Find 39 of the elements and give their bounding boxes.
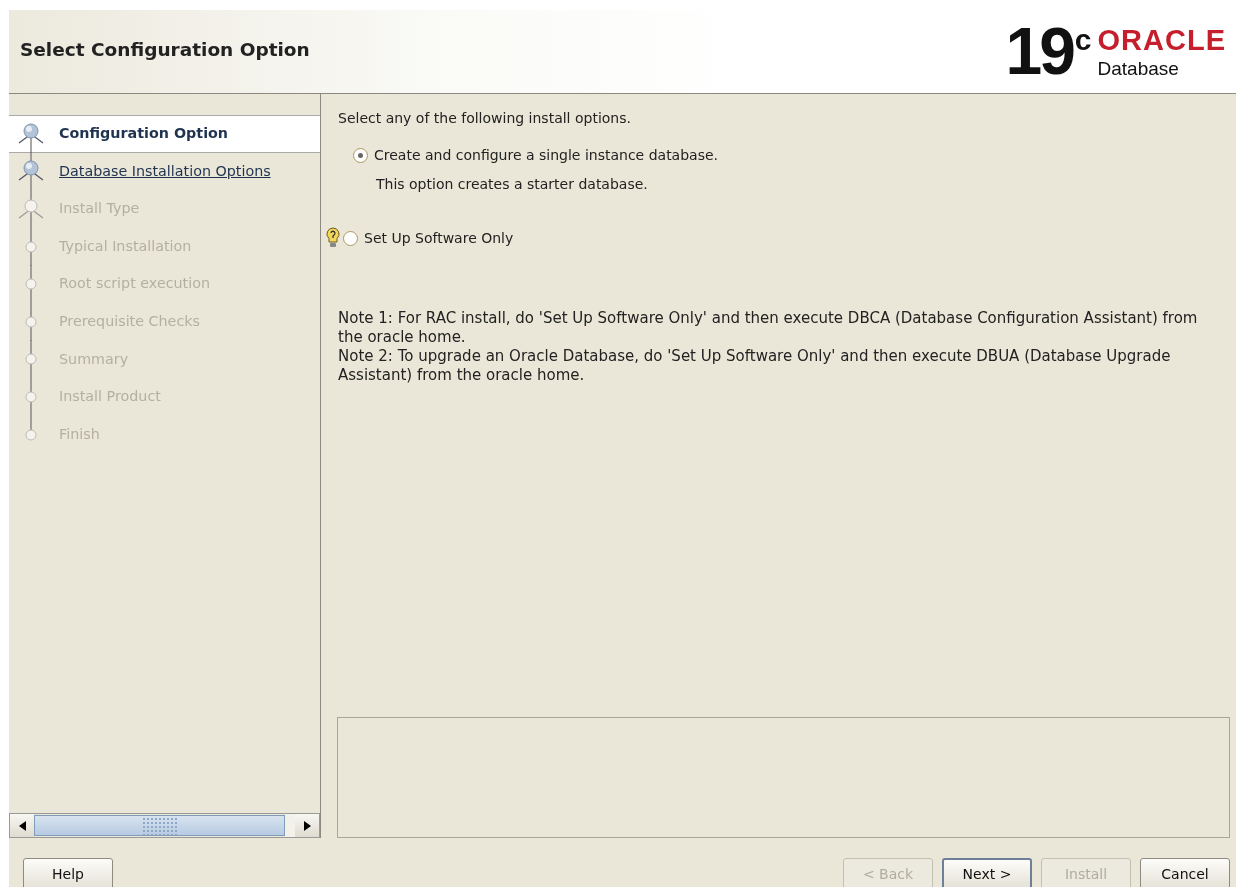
radio-button[interactable]	[353, 148, 368, 163]
arrow-left-icon	[18, 820, 26, 831]
option-description: This option creates a starter database.	[376, 175, 649, 194]
scrollbar-thumb[interactable]	[34, 815, 285, 836]
note-text: Note 2: To upgrade an Oracle Database, do 'Set Up Software Only' and then execute DBUA (Database Upgrade Assistant) from the oracle home.	[338, 347, 1172, 385]
step-label: Typical Installation	[59, 236, 192, 256]
dialog-button[interactable]: Help	[23, 858, 113, 887]
scroll-right-button[interactable]	[295, 814, 319, 837]
scroll-left-button[interactable]	[10, 814, 34, 837]
arrow-right-icon	[303, 820, 311, 831]
step-node-icon	[25, 302, 37, 341]
step-label: Finish	[59, 424, 100, 444]
step-figure-icon	[18, 190, 44, 228]
radio-button[interactable]	[343, 230, 358, 246]
instruction-text: Select any of the following install options.	[338, 109, 632, 128]
logo-brand: ORACLE	[1097, 25, 1226, 55]
scrollbar-track[interactable]	[285, 814, 295, 837]
step-label: Install Type	[59, 199, 140, 219]
logo-version: 19	[1005, 25, 1073, 78]
step-figure-icon	[18, 152, 44, 191]
page-title: Select Configuration Option	[20, 37, 310, 62]
step-label: Root script execution	[59, 274, 210, 294]
step-label: Install Product	[59, 387, 161, 407]
note-text: Note 1: For RAC install, do 'Set Up Software Only' and then execute DBCA (Database Configuration Assistant) from the oracle home.	[338, 309, 1199, 347]
step-label: Prerequisite Checks	[59, 312, 200, 332]
step-node-icon	[25, 265, 37, 304]
step-figure-icon	[18, 123, 44, 153]
logo-superscript: c	[1074, 25, 1092, 56]
step-node-icon	[25, 227, 37, 266]
option-label[interactable]: Create and configure a single instance database.	[374, 145, 719, 166]
horizontal-scrollbar[interactable]	[9, 813, 320, 838]
option-label[interactable]: Set Up Software Only	[364, 227, 514, 249]
dialog-button[interactable]: Cancel	[1140, 858, 1230, 887]
logo-product: Database	[1097, 58, 1180, 78]
dialog-button[interactable]: Next >	[942, 858, 1032, 887]
step-label[interactable]: Database Installation Options	[59, 160, 271, 183]
step-label: Summary	[59, 349, 129, 369]
step-node-icon	[25, 340, 37, 379]
hint-bulb-icon[interactable]	[325, 227, 341, 249]
